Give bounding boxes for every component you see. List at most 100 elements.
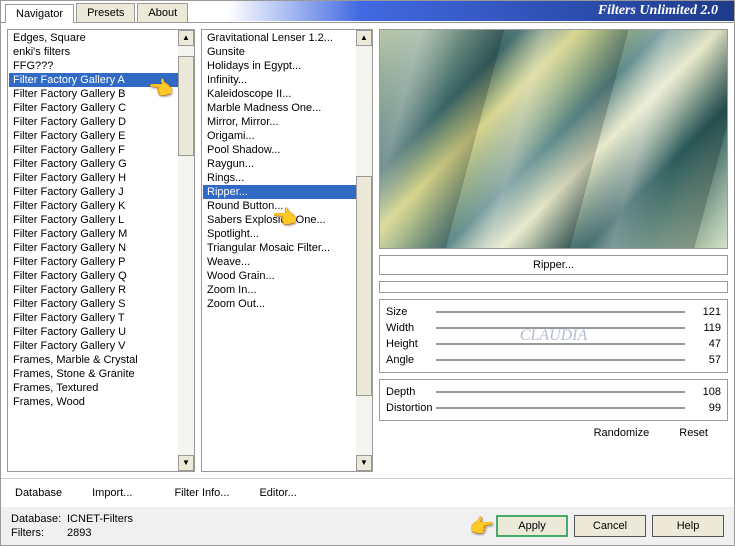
list-item[interactable]: Pool Shadow... [203, 143, 356, 157]
list-item[interactable]: Sabers Explosion One... [203, 213, 356, 227]
list-item[interactable]: Filter Factory Gallery G [9, 157, 178, 171]
slider-track[interactable] [436, 391, 685, 393]
editor-button[interactable]: Editor... [259, 487, 296, 499]
slider-value: 99 [691, 402, 721, 414]
list-item[interactable]: Gunsite [203, 45, 356, 59]
list-item[interactable]: Filter Factory Gallery U [9, 325, 178, 339]
scroll-thumb[interactable] [356, 176, 372, 396]
filter-panel: Gravitational Lenser 1.2...GunsiteHolida… [201, 29, 373, 472]
list-item[interactable]: Filter Factory Gallery B [9, 87, 178, 101]
list-item[interactable]: Filter Factory Gallery T [9, 311, 178, 325]
slider-track[interactable] [436, 407, 685, 409]
slider-label: Height [386, 338, 430, 350]
slider-label: Size [386, 306, 430, 318]
slider-label: Width [386, 322, 430, 334]
list-item[interactable]: Filter Factory Gallery A [9, 73, 178, 87]
current-filter-name: Ripper... [379, 255, 728, 275]
list-item[interactable]: Filter Factory Gallery Q [9, 269, 178, 283]
list-item[interactable]: Rings... [203, 171, 356, 185]
list-item[interactable]: FFG??? [9, 59, 178, 73]
slider-track[interactable] [436, 311, 685, 313]
list-item[interactable]: Gravitational Lenser 1.2... [203, 31, 356, 45]
database-button[interactable]: Database [15, 487, 62, 499]
slider-label: Depth [386, 386, 430, 398]
scrollbar-left[interactable]: ▲ ▼ [178, 30, 194, 471]
list-item[interactable]: Filter Factory Gallery E [9, 129, 178, 143]
list-item[interactable]: Frames, Marble & Crystal [9, 353, 178, 367]
list-item[interactable]: Triangular Mosaic Filter... [203, 241, 356, 255]
scroll-up-icon[interactable]: ▲ [356, 30, 372, 46]
slider-row: Angle57 [386, 352, 721, 368]
list-item[interactable]: Filter Factory Gallery V [9, 339, 178, 353]
list-item[interactable]: Zoom Out... [203, 297, 356, 311]
list-item[interactable]: Filter Factory Gallery M [9, 227, 178, 241]
list-item[interactable]: Raygun... [203, 157, 356, 171]
list-item[interactable]: Filter Factory Gallery P [9, 255, 178, 269]
scroll-track[interactable] [356, 46, 372, 455]
sliders-group-1: CLAUDIA Size121Width119Height47Angle57 [379, 299, 728, 373]
filter-list[interactable]: Gravitational Lenser 1.2...GunsiteHolida… [202, 30, 372, 471]
slider-track[interactable] [436, 343, 685, 345]
preview-panel: Ripper... CLAUDIA Size121Width119Height4… [379, 29, 728, 472]
tab-presets[interactable]: Presets [76, 3, 135, 22]
slider-value: 47 [691, 338, 721, 350]
category-list[interactable]: Edges, Squareenki's filtersFFG???Filter … [8, 30, 194, 471]
slider-track[interactable] [436, 327, 685, 329]
list-item[interactable]: Filter Factory Gallery F [9, 143, 178, 157]
list-item[interactable]: Frames, Textured [9, 381, 178, 395]
tab-navigator[interactable]: Navigator [5, 4, 74, 23]
bottom-mid-buttons: Filter Info... Editor... [166, 483, 304, 503]
list-item[interactable]: Filter Factory Gallery R [9, 283, 178, 297]
right-buttons: Randomize Reset [379, 421, 728, 441]
list-item[interactable]: Zoom In... [203, 283, 356, 297]
list-item[interactable]: Filter Factory Gallery K [9, 199, 178, 213]
list-item[interactable]: Filter Factory Gallery D [9, 115, 178, 129]
list-item[interactable]: Ripper... [203, 185, 356, 199]
progress-bar [379, 281, 728, 293]
list-item[interactable]: Marble Madness One... [203, 101, 356, 115]
bottom-left-buttons: Database Import... [7, 483, 140, 503]
list-item[interactable]: Filter Factory Gallery L [9, 213, 178, 227]
list-item[interactable]: Kaleidoscope II... [203, 87, 356, 101]
reset-button[interactable]: Reset [679, 427, 708, 439]
filters-label: Filters: [11, 527, 67, 539]
scroll-down-icon[interactable]: ▼ [178, 455, 194, 471]
cancel-button[interactable]: Cancel [574, 515, 646, 537]
scroll-track[interactable] [178, 46, 194, 455]
tab-about[interactable]: About [137, 3, 188, 22]
slider-value: 108 [691, 386, 721, 398]
bottom-bar: Database Import... Filter Info... Editor… [1, 478, 734, 507]
list-item[interactable]: Filter Factory Gallery C [9, 101, 178, 115]
list-item[interactable]: Filter Factory Gallery H [9, 171, 178, 185]
scroll-thumb[interactable] [178, 56, 194, 156]
import-button[interactable]: Import... [92, 487, 132, 499]
help-button[interactable]: Help [652, 515, 724, 537]
list-item[interactable]: Frames, Stone & Granite [9, 367, 178, 381]
footer: Database:ICNET-Filters Filters:2893 👉 Ap… [1, 507, 734, 545]
list-item[interactable]: Round Button... [203, 199, 356, 213]
slider-track[interactable] [436, 359, 685, 361]
list-item[interactable]: Edges, Square [9, 31, 178, 45]
preview-image [379, 29, 728, 249]
list-item[interactable]: Weave... [203, 255, 356, 269]
slider-row: Distortion99 [386, 400, 721, 416]
list-item[interactable]: Spotlight... [203, 227, 356, 241]
scroll-down-icon[interactable]: ▼ [356, 455, 372, 471]
list-item[interactable]: Filter Factory Gallery N [9, 241, 178, 255]
list-item[interactable]: Filter Factory Gallery J [9, 185, 178, 199]
list-item[interactable]: enki's filters [9, 45, 178, 59]
app-title: Filters Unlimited 2.0 [201, 1, 734, 21]
list-item[interactable]: Wood Grain... [203, 269, 356, 283]
scrollbar-mid[interactable]: ▲ ▼ [356, 30, 372, 471]
list-item[interactable]: Frames, Wood [9, 395, 178, 409]
scroll-up-icon[interactable]: ▲ [178, 30, 194, 46]
list-item[interactable]: Infinity... [203, 73, 356, 87]
list-item[interactable]: Filter Factory Gallery S [9, 297, 178, 311]
apply-button[interactable]: Apply [496, 515, 568, 537]
list-item[interactable]: Holidays in Egypt... [203, 59, 356, 73]
list-item[interactable]: Origami... [203, 129, 356, 143]
filter-info-button[interactable]: Filter Info... [174, 487, 229, 499]
slider-row: Height 47 [386, 336, 721, 352]
randomize-button[interactable]: Randomize [594, 427, 650, 439]
list-item[interactable]: Mirror, Mirror... [203, 115, 356, 129]
